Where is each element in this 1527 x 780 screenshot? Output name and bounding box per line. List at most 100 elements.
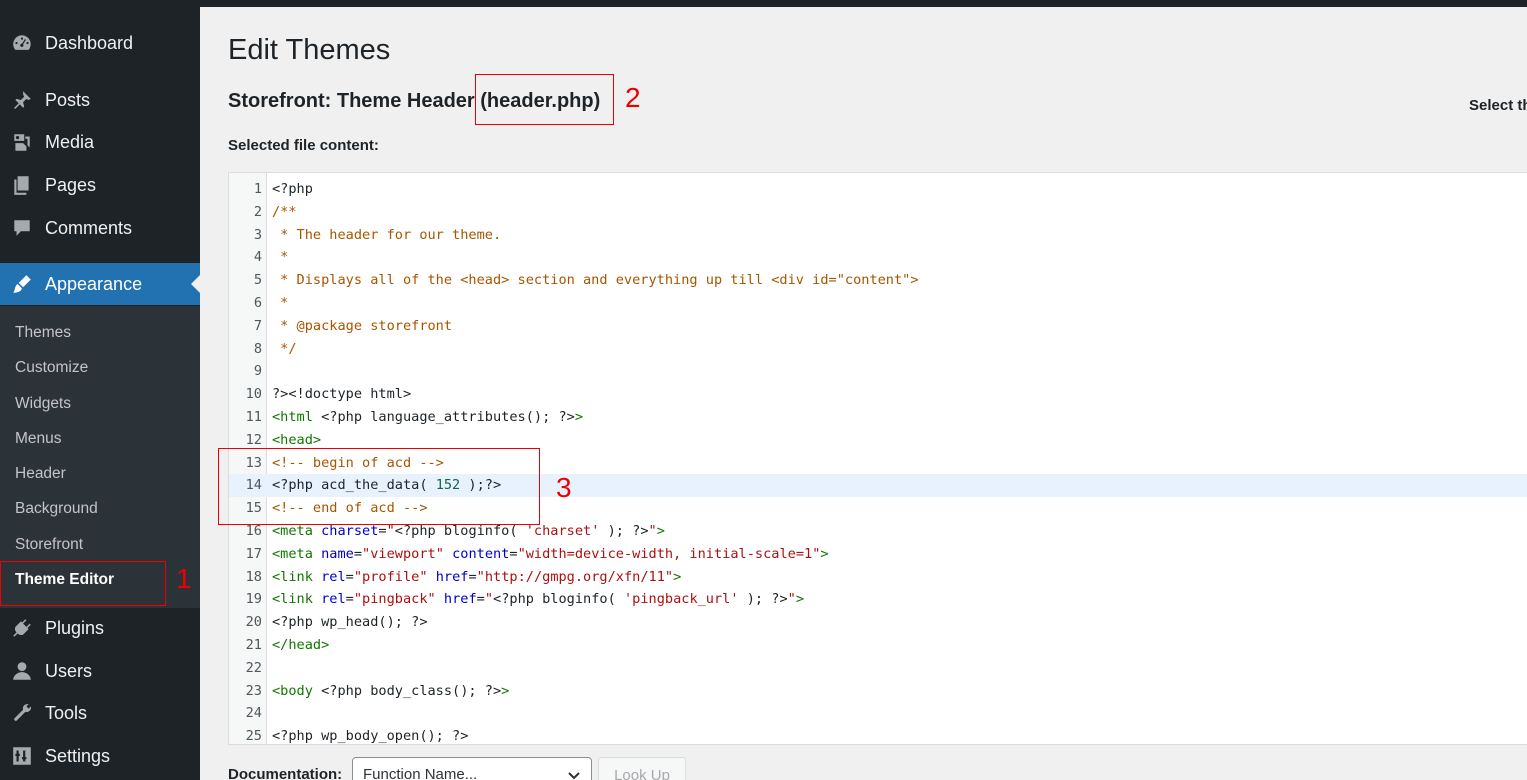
sidebar-item-label: Pages <box>45 174 97 195</box>
submenu-item-themes[interactable]: Themes <box>15 324 71 342</box>
submenu-item-widgets[interactable]: Widgets <box>15 395 71 413</box>
line-code: <meta name="viewport" content="width=dev… <box>272 545 829 562</box>
line-code: * The header for our theme. <box>272 226 502 243</box>
documentation-label: Documentation: <box>228 766 343 780</box>
line-number: 23 <box>245 682 262 699</box>
pushpin-icon <box>10 88 34 112</box>
media-icon <box>10 130 34 154</box>
comment-icon <box>10 216 34 240</box>
code-line[interactable]: 24 <box>229 702 1527 725</box>
code-line[interactable]: 7 * @package storefront <box>229 315 1527 338</box>
line-number: 22 <box>245 659 262 676</box>
sidebar-item-label: Tools <box>45 702 88 723</box>
line-code: </head> <box>272 637 330 653</box>
line-number: 21 <box>245 637 262 653</box>
sidebar-item-posts[interactable]: Posts <box>0 80 200 120</box>
code-line[interactable]: 17 <meta name="viewport" content="width=d… <box>229 543 1527 566</box>
code-line[interactable]: 9 <box>229 360 1527 383</box>
sidebar-item-plugins[interactable]: Plugins <box>0 608 200 648</box>
line-code: <?php wp_body_open(); ?> <box>272 728 469 745</box>
submenu-item-header[interactable]: Header <box>15 465 66 483</box>
code-line[interactable]: 10 ?><!doctype html> <box>229 383 1527 406</box>
code-line[interactable]: 20 <?php wp_head(); ?> <box>229 611 1527 634</box>
chevron-down-icon <box>567 768 581 780</box>
code-line[interactable]: 23 <body <?php body_class(); ?>> <box>229 680 1527 703</box>
documentation-row: Documentation: Function Name... Look Up <box>228 757 686 780</box>
admin-sidebar: Dashboard Posts Media Pages Comments App… <box>0 0 200 780</box>
line-number: 25 <box>245 728 262 745</box>
code-line[interactable]: 19 <link rel="pingback" href="<?php blogi… <box>229 588 1527 611</box>
code-line[interactable]: 22 <box>229 657 1527 680</box>
look-up-button[interactable]: Look Up <box>598 757 686 780</box>
submenu-item-background[interactable]: Background <box>15 500 98 518</box>
line-code: <?php wp_head(); ?> <box>272 614 428 631</box>
annotation-number-3: 3 <box>556 472 572 503</box>
line-number: 2 <box>253 203 262 220</box>
code-line[interactable]: 1 <?php <box>229 178 1527 201</box>
line-code: * Displays all of the <head> section and… <box>272 272 919 289</box>
code-line[interactable]: 18 <link rel="profile" href="http://gmpg.… <box>229 566 1527 589</box>
line-number: 4 <box>253 249 262 266</box>
code-line[interactable]: 4 * <box>229 246 1527 269</box>
selected-file-content-label: Selected file content: <box>228 137 379 154</box>
sidebar-item-label: Posts <box>45 89 91 110</box>
code-line[interactable]: 3 * The header for our theme. <box>229 224 1527 247</box>
line-number: 17 <box>245 545 262 562</box>
select-theme-label: Select th <box>1469 97 1527 114</box>
submenu-item-storefront[interactable]: Storefront <box>15 536 83 554</box>
code-line[interactable]: 8 */ <box>229 338 1527 361</box>
code-line[interactable]: 2 /** <box>229 201 1527 224</box>
code-line[interactable]: 5 * Displays all of the <head> section a… <box>229 269 1527 292</box>
line-number: 3 <box>253 226 262 243</box>
sidebar-item-media[interactable]: Media <box>0 122 200 162</box>
settings-icon <box>10 744 34 768</box>
line-code: */ <box>272 340 297 357</box>
documentation-function-select[interactable]: Function Name... <box>352 757 592 780</box>
line-code: /** <box>272 203 297 220</box>
sidebar-item-label: Users <box>45 660 93 681</box>
annotation-box-2 <box>475 74 614 125</box>
line-code: <link rel="pingback" href="<?php bloginf… <box>272 591 805 608</box>
line-number: 20 <box>245 614 262 631</box>
pages-icon <box>10 173 34 197</box>
annotation-number-2: 2 <box>625 82 641 113</box>
annotation-box-3 <box>218 448 540 525</box>
line-number: 10 <box>245 386 262 403</box>
line-number: 9 <box>253 363 262 380</box>
sidebar-item-dashboard[interactable]: Dashboard <box>0 23 200 63</box>
submenu-item-menus[interactable]: Menus <box>15 430 62 448</box>
page-title: Edit Themes <box>228 34 391 66</box>
submenu-item-customize[interactable]: Customize <box>15 359 88 377</box>
sidebar-item-label: Media <box>45 131 95 152</box>
user-icon <box>10 659 34 683</box>
sidebar-item-appearance[interactable]: Appearance <box>0 263 200 305</box>
sidebar-item-pages[interactable]: Pages <box>0 165 200 205</box>
sidebar-item-label: Settings <box>45 745 111 766</box>
line-number: 11 <box>245 409 262 425</box>
sidebar-item-comments[interactable]: Comments <box>0 208 200 248</box>
sidebar-item-users[interactable]: Users <box>0 651 200 691</box>
line-number: 8 <box>253 340 262 357</box>
sidebar-item-label: Comments <box>45 217 133 238</box>
line-number: 6 <box>253 295 262 311</box>
line-code: ?><!doctype html> <box>272 386 412 403</box>
wrench-icon <box>10 701 34 725</box>
line-code: <body <?php body_class(); ?>> <box>272 682 510 699</box>
annotation-number-1: 1 <box>176 563 192 594</box>
plugin-icon <box>10 616 34 640</box>
sidebar-item-label: Plugins <box>45 617 105 638</box>
admin-bar <box>0 0 1527 7</box>
line-code: * <box>272 249 289 266</box>
sidebar-item-tools[interactable]: Tools <box>0 693 200 733</box>
line-code: <?php <box>272 181 313 197</box>
line-number: 19 <box>245 591 262 608</box>
code-line[interactable]: 6 * <box>229 292 1527 315</box>
documentation-select-value: Function Name... <box>363 766 478 780</box>
line-number: 24 <box>245 705 262 722</box>
line-number: 7 <box>253 317 262 334</box>
code-line[interactable]: 11 <html <?php language_attributes(); ?>> <box>229 406 1527 429</box>
code-line[interactable]: 25 <?php wp_body_open(); ?> <box>229 725 1527 745</box>
code-line[interactable]: 21 </head> <box>229 634 1527 657</box>
sidebar-item-label: Dashboard <box>45 32 134 53</box>
sidebar-item-settings[interactable]: Settings <box>0 736 200 776</box>
